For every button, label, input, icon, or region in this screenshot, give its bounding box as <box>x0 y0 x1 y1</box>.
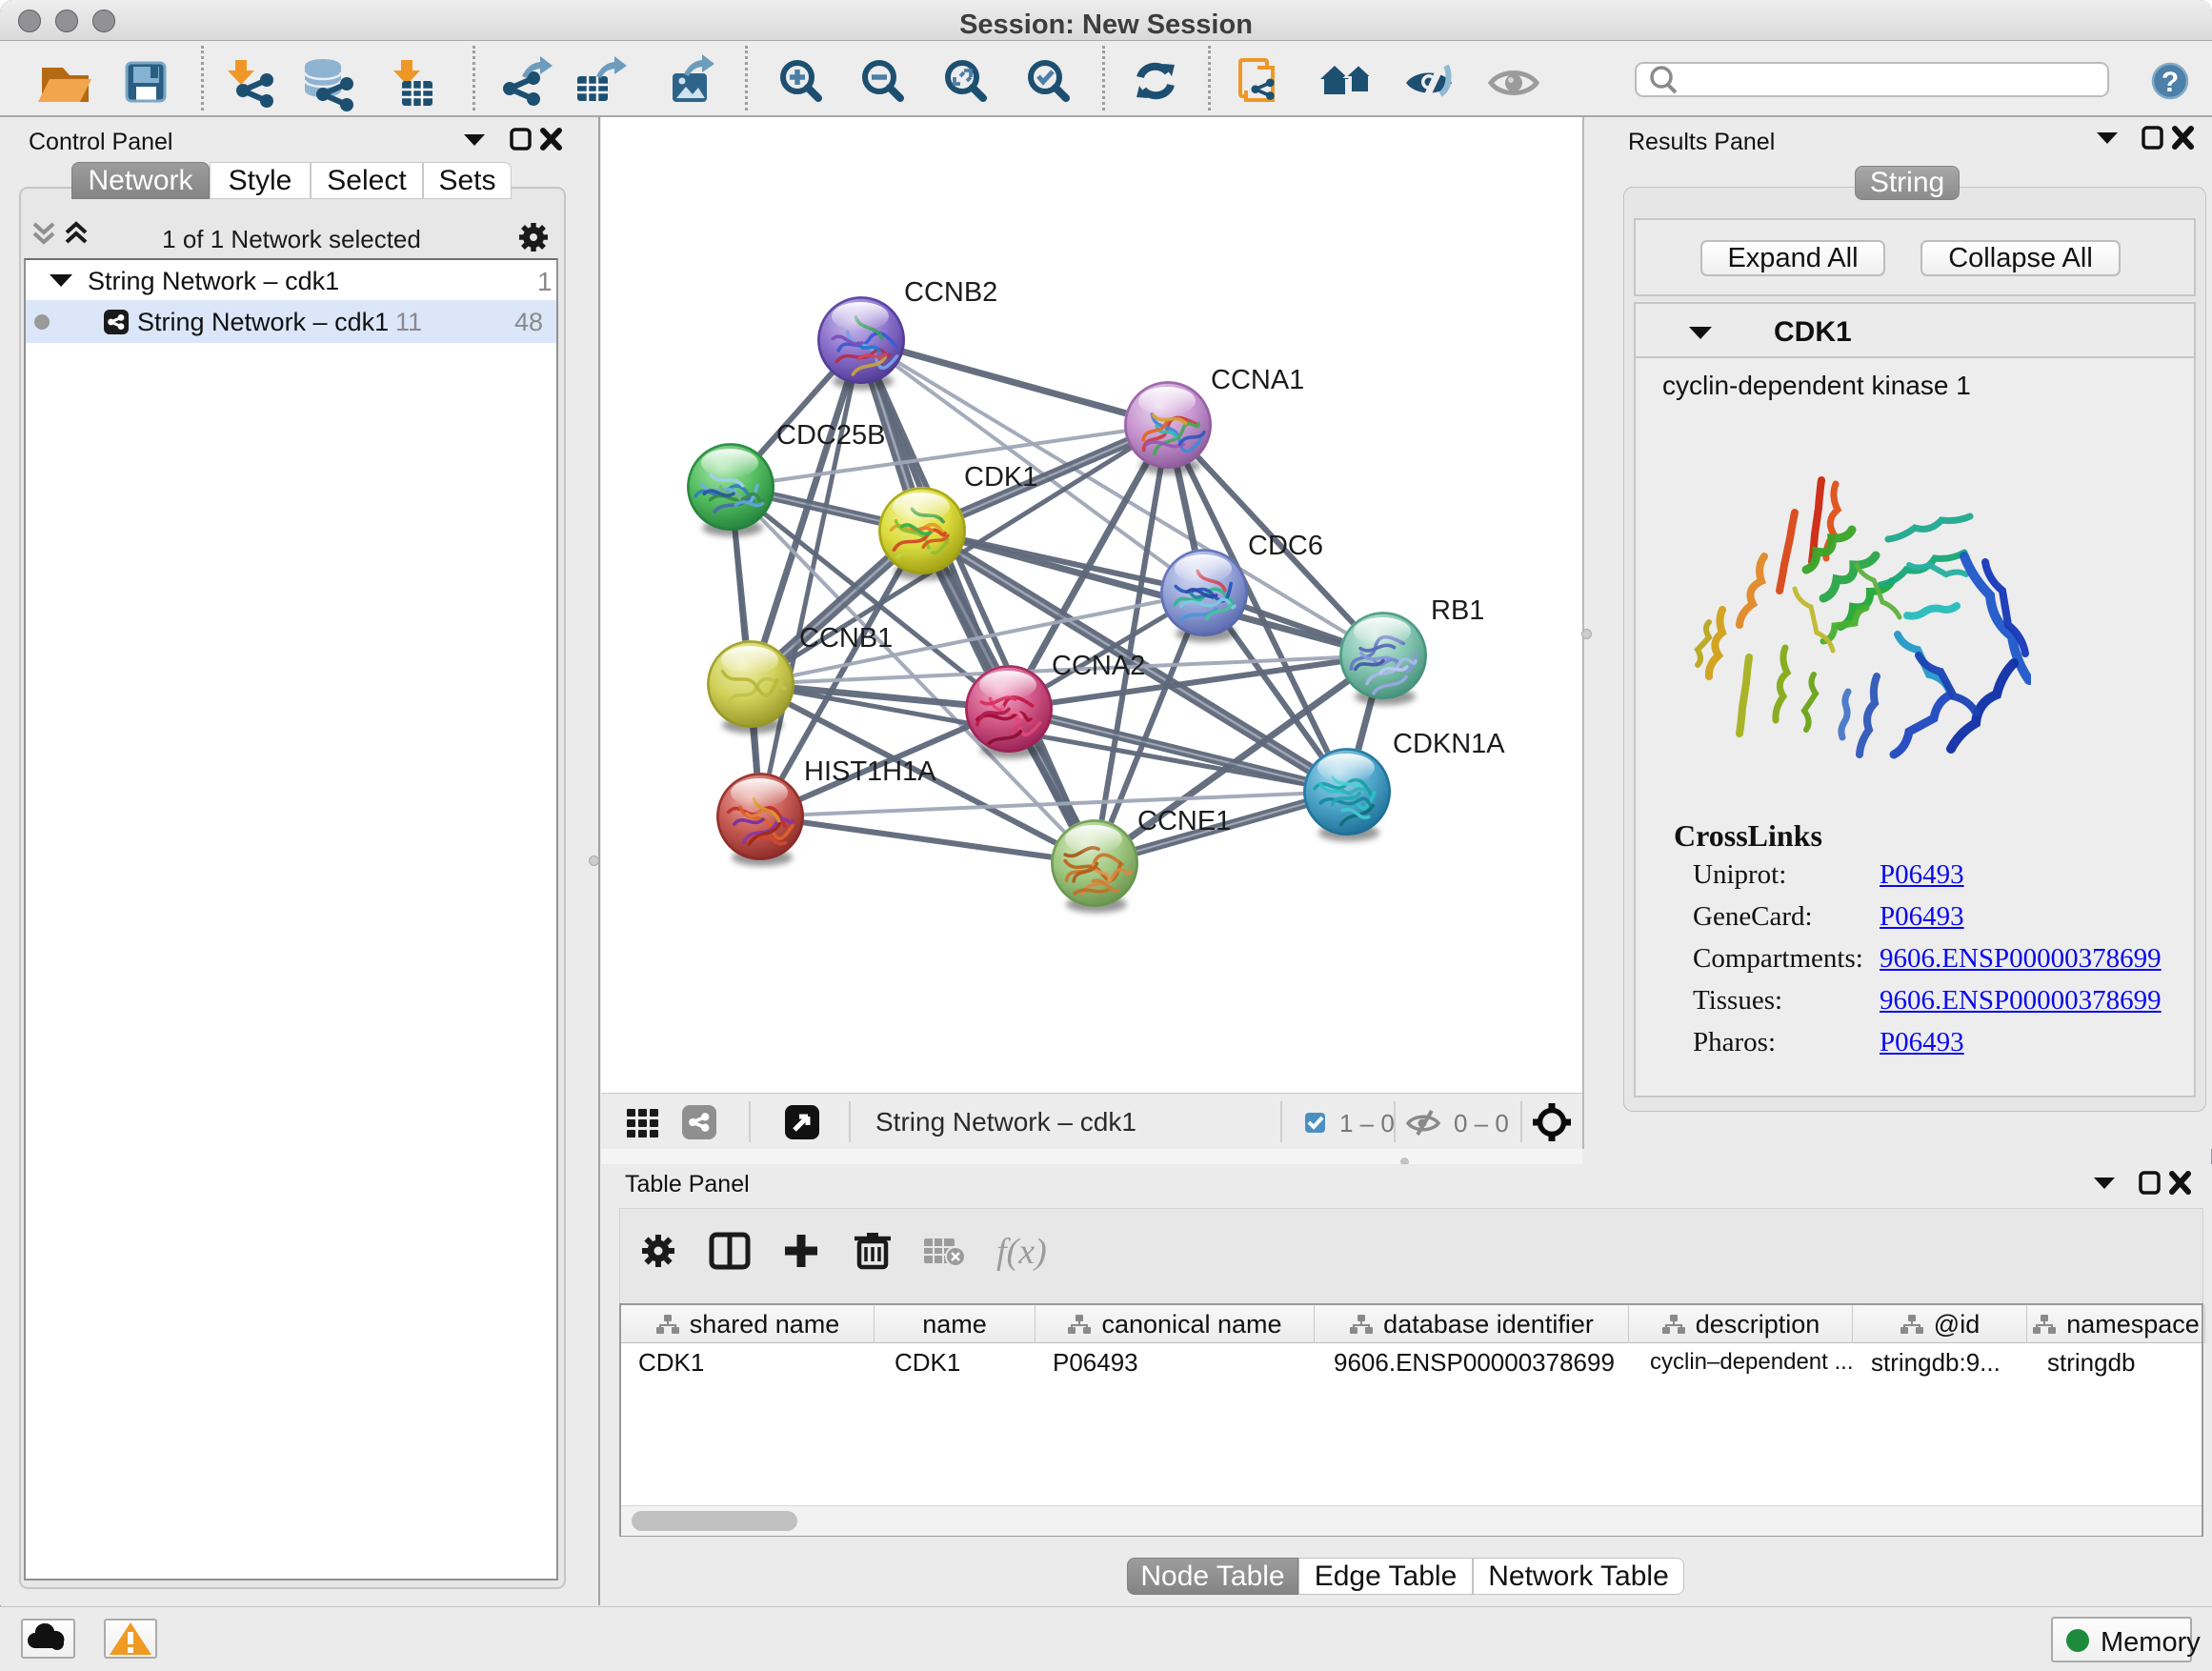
svg-text:CCNB2: CCNB2 <box>904 277 997 308</box>
svg-text:CCNA1: CCNA1 <box>1211 365 1304 395</box>
svg-text:CCNB1: CCNB1 <box>799 623 893 654</box>
svg-text:CCNE1: CCNE1 <box>1137 806 1231 836</box>
svg-text:CDK1: CDK1 <box>964 462 1037 493</box>
svg-text:HIST1H1A: HIST1H1A <box>804 756 936 787</box>
svg-text:?: ? <box>2162 67 2179 98</box>
svg-text:CDKN1A: CDKN1A <box>1393 729 1505 759</box>
svg-text:RB1: RB1 <box>1431 595 1484 626</box>
svg-text:CDC25B: CDC25B <box>776 420 885 451</box>
svg-text:CDC6: CDC6 <box>1248 531 1323 561</box>
svg-text:CCNA2: CCNA2 <box>1052 651 1145 681</box>
svg-text:f(x): f(x) <box>996 1232 1047 1272</box>
